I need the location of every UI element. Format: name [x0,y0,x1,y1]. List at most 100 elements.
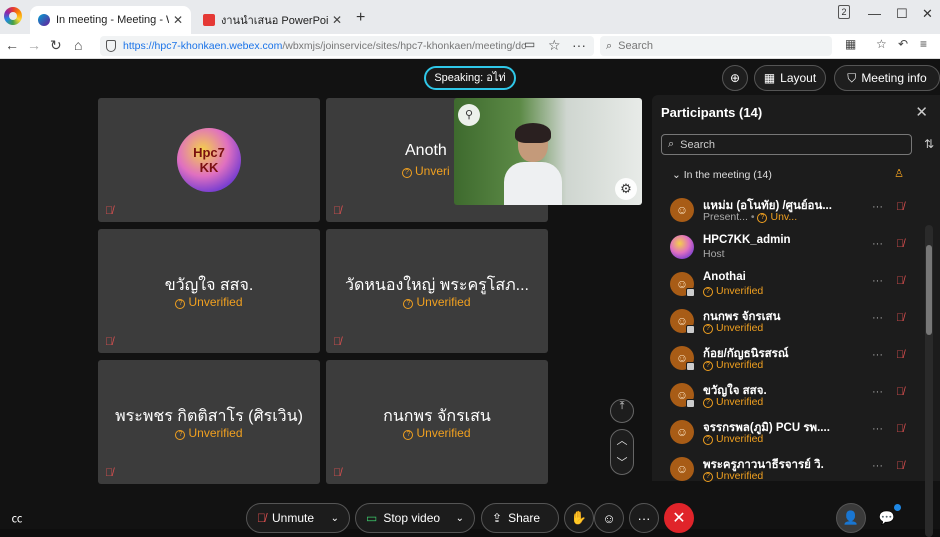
home-icon[interactable]: ⌂ [74,37,82,53]
participants-panel: Participants (14) ✕ ⌕ Search ⇅ ⌄ In the … [652,95,940,482]
avatar: ☺ [670,457,694,481]
zoom-button[interactable]: ⊕ [722,65,748,91]
shield-icon [106,40,116,52]
gear-icon[interactable]: ⚙ [615,178,637,200]
more-icon: ··· [637,510,651,526]
window-close-button[interactable]: ✕ [922,6,933,22]
minimize-button[interactable]: — [868,6,881,21]
question-icon: ? [403,430,414,440]
more-icon[interactable]: ··· [872,275,883,287]
hpc7kk-logo: Hpc7 KK [177,128,241,192]
participant-row[interactable]: ☺ ขวัญใจ สสจ. ? Unverified ··· 🎙̸ [670,378,910,412]
self-video-preview[interactable]: ⚲ ⚙ [454,98,642,205]
muted-mic-icon: 🎙̸ [105,336,114,348]
participant-row[interactable]: ☺ แหม่ม (อโนทัย) /ศูนย์อน... Present... … [670,193,910,227]
sort-icon[interactable]: ⇅ [924,137,934,151]
more-icon[interactable]: ··· [572,37,586,53]
forward-arrow-icon[interactable]: → [27,37,41,53]
group-header[interactable]: ⌄ In the meeting (14) [672,169,772,181]
close-icon[interactable]: ✕ [915,103,928,121]
webex-icon [38,14,50,26]
browser-logo-icon[interactable] [4,7,22,25]
status-text: Unverified [716,470,764,482]
panel-title: Participants (14) [661,105,763,120]
more-icon[interactable]: ··· [872,423,883,435]
maximize-button[interactable]: ☐ [896,6,908,22]
status-text: Unverified [716,433,764,445]
reader-view-icon[interactable]: ▭ [524,37,535,51]
participant-status: ? Unverified [703,396,763,408]
unverified-status: ? Unverified [98,295,320,309]
chevron-down-icon[interactable]: ⌄ [331,513,339,524]
more-icon[interactable]: ··· [872,238,883,250]
video-tile[interactable]: พระพชร กิตติสาโร (ศิรเวิน) ? Unverified 🎙… [98,360,320,484]
menu-icon[interactable]: ≡ [920,37,927,51]
share-icon: ⇪ [492,511,503,525]
favorites-icon[interactable]: ☆ [876,37,887,51]
video-tile[interactable]: Hpc7 KK 🎙̸ [98,98,320,222]
participant-row[interactable]: ☺ กนกพร จักรเสน ? Unverified ··· 🎙̸ [670,304,910,338]
page-nav-control: ︿ ﹀ [610,429,634,475]
participant-row[interactable]: ☺ จรรกรพล(ภูมิ) PCU รพ.... ? Unverified ·… [670,415,910,449]
muted-mic-icon[interactable]: 🎙̸ [896,349,904,361]
tab-title: งานนำเสนอ PowerPoint [221,15,328,27]
muted-mic-icon[interactable]: 🎙̸ [896,238,904,250]
question-icon: ? [403,299,414,309]
participant-name: Anothai [703,271,746,283]
muted-mic-icon[interactable]: 🎙̸ [896,312,904,324]
video-tile[interactable]: กนกพร จักรเสน ? Unverified 🎙̸ [326,360,548,484]
more-icon[interactable]: ··· [872,312,883,324]
video-tile[interactable]: ขวัญใจ สสจ. ? Unverified 🎙̸ [98,229,320,353]
reload-icon[interactable]: ↻ [50,37,62,54]
participant-row[interactable]: ☺ พระครูภาวนาธีรจารย์ วิ. ? Unverified ··… [670,452,910,486]
browser-nav-bar: ← → ↻ ⌂ https://hpc7-khonkaen.webex.com … [0,34,940,59]
more-icon[interactable]: ··· [872,460,883,472]
search-placeholder: Search [680,138,716,151]
muted-mic-icon[interactable]: 🎙̸ [896,275,904,287]
more-icon[interactable]: ··· [872,349,883,361]
participant-row[interactable]: ☺ Anothai ? Unverified ··· 🎙̸ [670,267,910,301]
meeting-area: Speaking: อไท่ ⊕ ▦ Layout ⛉ Meeting info… [0,59,940,537]
bookmark-star-icon[interactable]: ☆ [548,37,561,54]
meeting-info-button[interactable]: ⛉ Meeting info [834,65,940,91]
url-host: https://hpc7-khonkaen.webex.com [123,40,283,52]
close-icon[interactable]: ✕ [173,13,183,27]
more-icon[interactable]: ··· [872,386,883,398]
video-tile[interactable]: วัดหนองใหญ่ พระครูโสภ... ? Unverified 🎙̸ [326,229,548,353]
more-icon[interactable]: ··· [872,201,883,213]
pin-icon[interactable]: ⚲ [458,104,480,126]
browser-search-input[interactable]: ⌕ Search [600,36,832,56]
page-count-badge[interactable]: 2 [838,5,850,19]
scrollbar-thumb[interactable] [926,245,932,335]
status-text: Unverified [416,295,471,309]
tab-powerpoint[interactable]: งานนำเสนอ PowerPoint ✕ [195,6,350,34]
raise-hand-icon[interactable]: ♙ [894,167,904,180]
new-tab-button[interactable]: + [356,9,365,27]
scroll-top-button[interactable]: ⤒ [610,399,634,423]
url-path: /wbxmjs/joinservice/sites/hpc7-khonkaen/… [282,40,527,52]
tab-webex-meeting[interactable]: In meeting - Meeting - Webex ✕ [30,6,191,34]
participants-scrollbar[interactable] [925,225,933,537]
status-text: Unv... [770,211,798,223]
address-bar[interactable]: https://hpc7-khonkaen.webex.com /wbxmjs/… [100,36,594,56]
muted-mic-icon[interactable]: 🎙̸ [896,386,904,398]
layout-button[interactable]: ▦ Layout [754,65,826,91]
extensions-icon[interactable]: ▦ [845,37,856,51]
undo-icon[interactable]: ↶ [898,37,908,51]
participant-status: ? Unverified [703,285,763,297]
muted-mic-icon: 🎙̸ [105,205,114,217]
participants-search-input[interactable]: ⌕ Search [661,134,912,155]
question-icon: ? [703,324,713,334]
muted-mic-icon[interactable]: 🎙̸ [896,201,904,213]
back-arrow-icon[interactable]: ← [5,37,19,53]
chevron-up-icon[interactable]: ︿ [611,430,633,452]
chevron-down-icon[interactable]: ⌄ [456,513,464,524]
close-icon[interactable]: ✕ [332,13,342,27]
captions-icon[interactable]: ㏄ [2,507,32,529]
status-text: Unveri [415,164,450,178]
muted-mic-icon[interactable]: 🎙̸ [896,423,904,435]
muted-mic-icon[interactable]: 🎙̸ [896,460,904,472]
participant-row[interactable]: ☺ ก้อย/กัญธนิรสรณ์ ? Unverified ··· 🎙̸ [670,341,910,375]
chevron-down-icon[interactable]: ﹀ [611,452,633,474]
participant-row[interactable]: HPC7KK_admin Host ··· 🎙̸ [670,230,910,264]
